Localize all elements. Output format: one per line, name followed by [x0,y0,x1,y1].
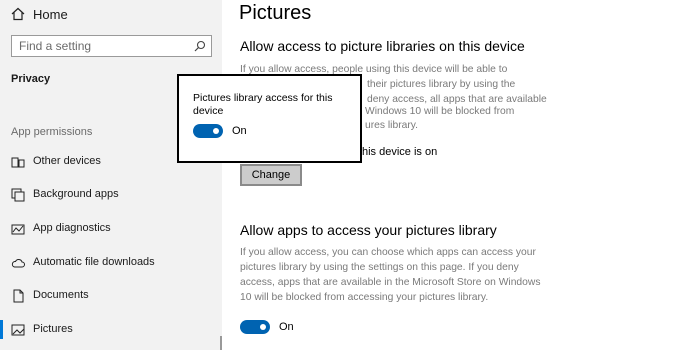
main-content: Pictures Allow access to picture librari… [222,0,700,350]
device-section-heading: Allow access to picture libraries on thi… [240,38,525,54]
device-access-dialog: Pictures library access for this device … [177,74,362,163]
home-icon [11,7,25,21]
toggle-knob [213,128,219,134]
document-icon [13,289,24,303]
sidebar-item-label: Other devices [33,155,101,167]
device-access-toggle[interactable] [193,124,223,138]
background-apps-icon [11,188,25,202]
sidebar-item-label: App diagnostics [33,222,111,234]
toggle-knob [260,324,266,330]
sidebar-item-app-diagnostics[interactable]: App diagnostics [0,219,222,239]
pictures-icon [11,324,25,336]
home-label: Home [33,6,68,22]
sidebar-item-label: Documents [33,289,89,301]
search-input[interactable]: Find a setting [11,35,212,57]
app-diagnostics-icon [11,224,25,235]
other-devices-icon [11,157,25,168]
sidebar-item-label: Background apps [33,188,119,200]
device-section-line: Windows 10 will be blocked from [365,106,515,117]
search-placeholder: Find a setting [19,39,92,53]
search-icon[interactable] [194,40,206,52]
sidebar-item-documents[interactable]: Documents [0,286,222,306]
cloud-icon [11,259,25,268]
apps-section-heading: Allow apps to access your pictures libra… [240,222,497,238]
change-button[interactable]: Change [240,164,302,186]
sidebar-item-background-apps[interactable]: Background apps [0,185,222,205]
sidebar-item-automatic-file-downloads[interactable]: Automatic file downloads [0,253,222,273]
sidebar: Home Find a setting Privacy App permissi… [0,0,222,350]
apps-access-toggle-label: On [279,321,294,333]
sidebar-item-pictures[interactable]: Pictures [0,320,222,340]
sidebar-item-label: Automatic file downloads [33,256,155,268]
device-section-line: ures library. [365,120,419,131]
app-permissions-heading: App permissions [11,126,93,138]
dialog-title: Pictures library access for this device [193,92,333,117]
apps-section-description: If you allow access, you can choose whic… [240,247,541,303]
page-title: Pictures [239,2,312,24]
sidebar-item-label: Pictures [33,323,73,335]
device-section-line: their pictures library by using the [367,79,516,90]
apps-access-toggle[interactable] [240,320,270,334]
section-title: Privacy [11,73,51,85]
home-link[interactable]: Home [11,6,68,22]
device-access-toggle-label: On [232,125,247,137]
device-access-status: his device is on [362,146,438,158]
